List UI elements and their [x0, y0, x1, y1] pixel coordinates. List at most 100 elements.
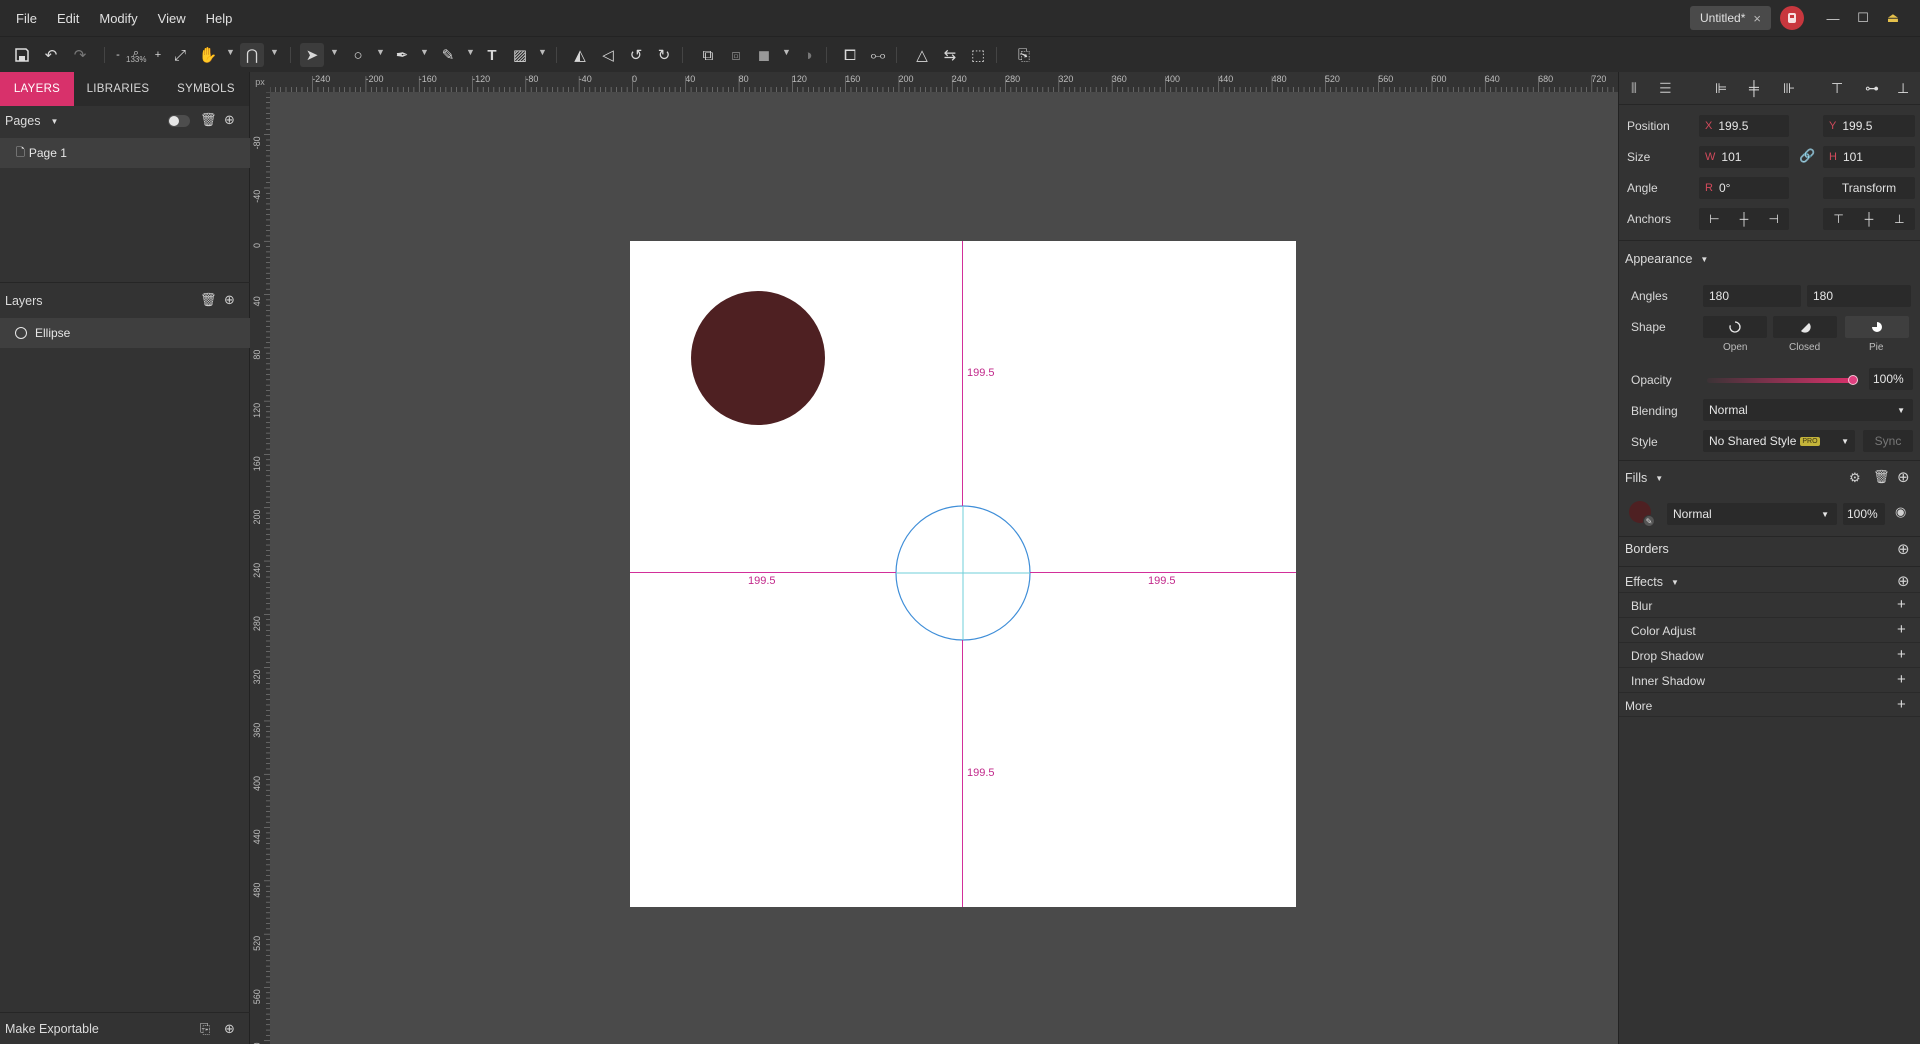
x-input[interactable]: X 199.5 — [1699, 115, 1789, 137]
pen-tool-icon[interactable]: ✒ — [390, 43, 414, 67]
ellipse-tool-icon[interactable]: ○ — [346, 43, 370, 67]
add-blur-icon[interactable]: + — [1897, 596, 1906, 613]
symbol-icon[interactable]: ⇆ — [938, 43, 962, 67]
menu-file[interactable]: File — [6, 11, 47, 26]
anchor-center-v-icon[interactable]: ┼ — [1865, 212, 1874, 226]
artboard-icon[interactable]: ⬚ — [966, 43, 990, 67]
image-tool-icon[interactable]: ▨ — [508, 43, 532, 67]
fill-blend-select[interactable]: Normal ▼ — [1667, 503, 1837, 525]
shape-pie-button[interactable] — [1845, 316, 1909, 338]
start-angle-input[interactable]: 180 — [1703, 285, 1801, 307]
height-input[interactable]: H 101 — [1823, 146, 1915, 168]
anchor-bottom-icon[interactable]: ⊥ — [1894, 212, 1904, 226]
close-tab-icon[interactable]: × — [1753, 11, 1761, 26]
chevron-down-icon[interactable]: ▼ — [270, 47, 279, 57]
opacity-slider[interactable] — [1707, 375, 1858, 385]
add-effect-icon[interactable]: ⊕ — [1897, 572, 1910, 590]
export-preset-icon[interactable]: ⎘ — [200, 1021, 210, 1037]
delete-page-icon[interactable]: 🗑 — [200, 112, 217, 128]
pan-hand-icon[interactable]: ✋ — [196, 43, 220, 67]
send-backward-icon[interactable]: ⧟ — [866, 43, 890, 67]
snap-magnet-icon[interactable]: ⋂ — [240, 43, 264, 67]
align-right-icon[interactable]: ⊪ — [1783, 80, 1795, 97]
opacity-input[interactable]: 100% — [1869, 368, 1913, 390]
align-bottom-icon[interactable]: ⊥ — [1897, 80, 1909, 97]
width-input[interactable]: W 101 — [1699, 146, 1789, 168]
anchor-left-icon[interactable]: ⊢ — [1709, 212, 1719, 226]
page-item[interactable]: 🗋 Page 1 — [0, 138, 250, 168]
pointer-tool-icon[interactable]: ➤ — [300, 43, 324, 67]
tab-layers[interactable]: LAYERS — [0, 72, 74, 106]
eyedropper-icon[interactable]: ✎ — [1643, 515, 1655, 527]
flip-horizontal-icon[interactable]: ◭ — [568, 43, 592, 67]
tab-symbols[interactable]: SYMBOLS — [162, 72, 250, 106]
anchor-top-icon[interactable]: ⊤ — [1833, 212, 1843, 226]
add-color-adjust-icon[interactable]: + — [1897, 621, 1906, 638]
add-fill-icon[interactable]: ⊕ — [1897, 468, 1910, 486]
delete-layer-icon[interactable]: 🗑 — [200, 292, 217, 308]
tab-libraries[interactable]: LIBRARIES — [74, 72, 162, 106]
effect-drop-shadow-row[interactable]: Drop Shadow + — [1619, 642, 1920, 667]
distribute-horizontal-icon[interactable]: ⫴ — [1631, 80, 1637, 97]
undo-icon[interactable]: ↶ — [39, 43, 63, 67]
pencil-tool-icon[interactable]: ✎ — [436, 43, 460, 67]
menu-edit[interactable]: Edit — [47, 11, 89, 26]
visibility-eye-icon[interactable]: ◉ — [1895, 504, 1906, 520]
pages-toggle[interactable] — [168, 115, 190, 127]
save-icon[interactable] — [10, 43, 34, 67]
fills-header[interactable]: Fills ▼ — [1625, 471, 1663, 485]
ellipse-shape[interactable] — [691, 291, 825, 425]
ungroup-icon[interactable]: ⧈ — [724, 43, 748, 67]
distribute-vertical-icon[interactable]: ☰ — [1659, 80, 1672, 97]
chevron-down-icon[interactable]: ▼ — [420, 47, 429, 57]
lock-ratio-icon[interactable]: 🔗 — [1799, 148, 1815, 164]
transform-button[interactable]: Transform — [1823, 177, 1915, 199]
align-middle-icon[interactable]: ⊶ — [1865, 80, 1879, 97]
bring-forward-icon[interactable]: ⧠ — [838, 43, 862, 67]
fit-to-screen-icon[interactable]: ⤢ — [168, 43, 192, 67]
delete-fill-icon[interactable]: 🗑 — [1873, 469, 1890, 485]
exit-button[interactable]: ⏏ — [1880, 6, 1906, 30]
align-left-icon[interactable]: ⊫ — [1715, 80, 1727, 97]
layer-item[interactable]: Ellipse — [0, 318, 250, 348]
effect-inner-shadow-row[interactable]: Inner Shadow + — [1619, 667, 1920, 692]
add-more-effect-icon[interactable]: + — [1897, 696, 1906, 713]
menu-modify[interactable]: Modify — [89, 11, 147, 26]
make-exportable-label[interactable]: Make Exportable — [5, 1022, 99, 1036]
chevron-down-icon[interactable]: ▼ — [376, 47, 385, 57]
minimize-button[interactable]: — — [1820, 6, 1846, 30]
rotate-left-icon[interactable]: ↺ — [624, 43, 648, 67]
appearance-header[interactable]: Appearance ▼ — [1625, 252, 1708, 266]
flip-vertical-icon[interactable]: ◁ — [596, 43, 620, 67]
add-border-icon[interactable]: ⊕ — [1897, 540, 1910, 558]
align-top-icon[interactable]: ⊤ — [1831, 80, 1843, 97]
fill-opacity-input[interactable]: 100% — [1843, 503, 1885, 525]
maximize-button[interactable]: ☐ — [1850, 6, 1876, 30]
add-export-icon[interactable]: ⊕ — [224, 1021, 235, 1037]
add-page-icon[interactable]: ⊕ — [224, 112, 235, 128]
end-angle-input[interactable]: 180 — [1807, 285, 1911, 307]
fill-settings-icon[interactable]: ⚙ — [1849, 470, 1861, 486]
shape-open-button[interactable] — [1703, 316, 1767, 338]
effect-color-adjust-row[interactable]: Color Adjust + — [1619, 617, 1920, 642]
sync-button[interactable]: Sync — [1863, 430, 1913, 452]
boolean-ops-icon[interactable]: ◼ — [752, 43, 776, 67]
mask-icon[interactable]: ◑ — [796, 43, 820, 67]
blending-select[interactable]: Normal ▼ — [1703, 399, 1913, 421]
artboard[interactable]: 199.5 199.5 199.5 199.5 — [630, 241, 1296, 907]
shape-closed-button[interactable] — [1773, 316, 1837, 338]
shared-style-select[interactable]: No Shared Style PRO ▼ — [1703, 430, 1855, 452]
anchor-right-icon[interactable]: ⊣ — [1768, 212, 1778, 226]
group-icon[interactable]: ⧉ — [696, 43, 720, 67]
chevron-down-icon[interactable]: ▼ — [330, 47, 339, 57]
effect-more-row[interactable]: More + — [1619, 692, 1920, 717]
chevron-down-icon[interactable]: ▼ — [226, 47, 235, 57]
opacity-slider-thumb[interactable] — [1848, 375, 1858, 385]
text-tool-icon[interactable]: T — [480, 43, 504, 67]
add-drop-shadow-icon[interactable]: + — [1897, 646, 1906, 663]
menu-view[interactable]: View — [148, 11, 196, 26]
rotate-right-icon[interactable]: ↻ — [652, 43, 676, 67]
align-center-icon[interactable]: ╪ — [1749, 80, 1759, 96]
y-input[interactable]: Y 199.5 — [1823, 115, 1915, 137]
export-pro-icon[interactable]: ⎘ — [1012, 43, 1036, 67]
